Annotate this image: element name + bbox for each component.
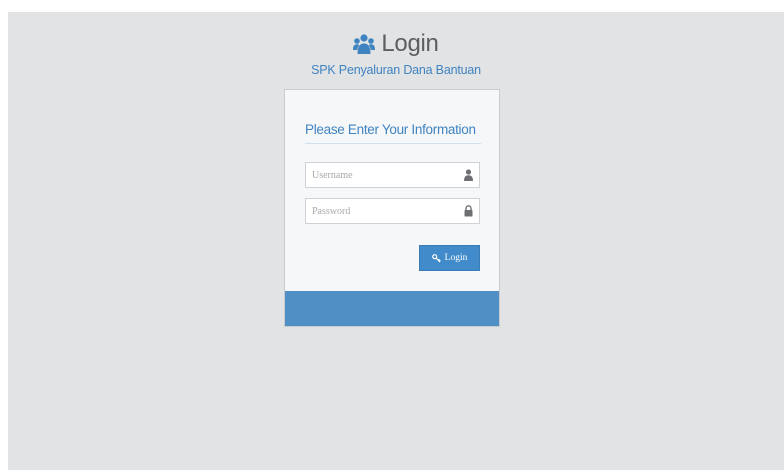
form-heading: Please Enter Your Information	[305, 122, 476, 137]
user-icon	[464, 169, 473, 181]
login-button-label: Login	[444, 253, 468, 263]
users-icon	[353, 34, 376, 54]
password-input[interactable]	[306, 199, 462, 223]
app-subtitle: SPK Penyaluran Dana Bantuan	[311, 63, 481, 77]
username-input[interactable]	[306, 163, 462, 187]
login-button[interactable]: Login	[419, 245, 480, 271]
page-title: Login	[381, 30, 439, 57]
brand-header: Login	[8, 30, 784, 58]
lock-icon	[464, 205, 473, 217]
key-icon	[431, 253, 441, 263]
heading-divider	[305, 143, 481, 144]
password-field-wrapper	[305, 198, 480, 224]
card-footer-band	[285, 291, 499, 326]
page-background: Login SPK Penyaluran Dana Bantuan Please…	[8, 12, 784, 470]
username-field-wrapper	[305, 162, 480, 188]
login-card: Please Enter Your Information Login	[284, 89, 500, 327]
